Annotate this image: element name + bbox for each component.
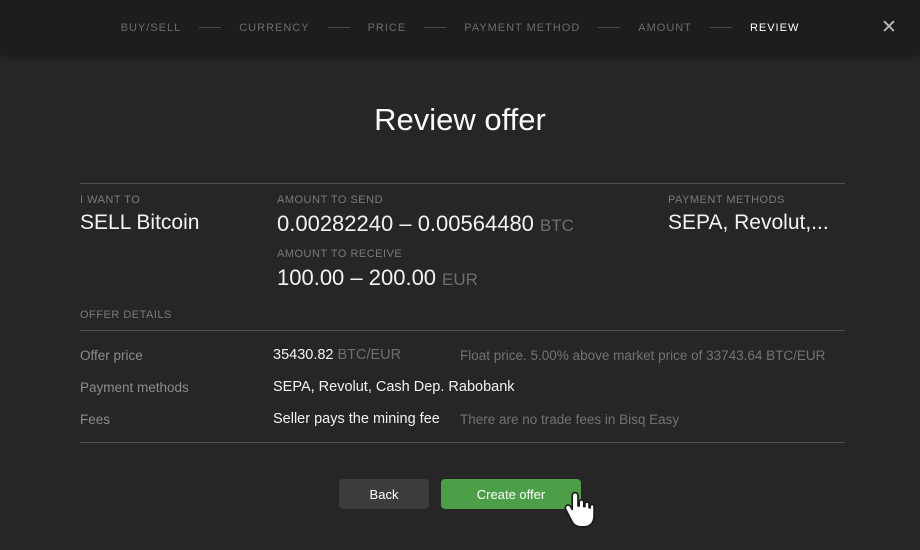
table-row-fees: Fees Seller pays the mining fee There ar… [80,403,845,435]
create-offer-button[interactable]: Create offer [441,479,581,509]
payment-methods-row-value: SEPA, Revolut, Cash Dep. Rabobank [273,379,515,395]
offer-price-note: Float price. 5.00% above market price of… [460,348,825,363]
amount-to-send-unit: BTC [540,216,574,235]
offer-price-unit: BTC/EUR [337,347,401,363]
table-row-offer-price: Offer price 35430.82BTC/EUR Float price.… [80,339,845,371]
direction-value: SELL Bitcoin [80,211,277,235]
amount-to-send-value: 0.00282240 – 0.00564480 BTC [277,211,668,237]
amount-to-receive-unit: EUR [442,270,478,289]
amount-to-send: AMOUNT TO SEND 0.00282240 – 0.00564480 BT… [277,194,668,237]
payment-methods-row-label: Payment methods [80,380,273,395]
amount-to-send-label: AMOUNT TO SEND [277,194,668,206]
amount-to-receive: AMOUNT TO RECEIVE 100.00 – 200.00 EUR [277,248,668,291]
summary-direction: I WANT TO SELL Bitcoin [80,194,277,291]
step-separator [598,27,620,28]
step-separator [199,27,221,28]
fees-note: There are no trade fees in Bisq Easy [460,412,679,427]
offer-price-value: 35430.82BTC/EUR [273,347,460,363]
fees-value: Seller pays the mining fee [273,411,460,427]
step-review[interactable]: REVIEW [750,22,799,34]
back-button[interactable]: Back [339,479,429,509]
step-payment-method[interactable]: PAYMENT METHOD [464,22,580,34]
step-amount[interactable]: AMOUNT [638,22,692,34]
step-currency[interactable]: CURRENCY [239,22,309,34]
amount-to-receive-value: 100.00 – 200.00 EUR [277,265,668,291]
offer-price-number: 35430.82 [273,347,333,363]
offer-summary: I WANT TO SELL Bitcoin AMOUNT TO SEND 0.… [80,183,845,291]
summary-payment-methods: PAYMENT METHODS SEPA, Revolut,... [668,194,845,291]
step-price[interactable]: PRICE [368,22,407,34]
payment-methods-label: PAYMENT METHODS [668,194,845,206]
amount-to-receive-label: AMOUNT TO RECEIVE [277,248,668,260]
wizard-topbar: BUY/SELL CURRENCY PRICE PAYMENT METHOD A… [0,0,920,55]
fees-label: Fees [80,412,273,427]
payment-methods-list: SEPA, Revolut, Cash Dep. Rabobank [273,379,515,395]
amount-to-receive-range: 100.00 – 200.00 [277,265,436,290]
offer-details-table: Offer price 35430.82BTC/EUR Float price.… [80,330,845,443]
amount-to-send-range: 0.00282240 – 0.00564480 [277,211,534,236]
step-separator [710,27,732,28]
summary-amounts: AMOUNT TO SEND 0.00282240 – 0.00564480 BT… [277,194,668,291]
action-buttons: Back Create offer [0,479,920,509]
direction-label: I WANT TO [80,194,277,206]
page-title: Review offer [0,102,920,138]
close-icon[interactable]: ✕ [871,10,907,46]
fees-text: Seller pays the mining fee [273,411,440,427]
offer-price-label: Offer price [80,348,273,363]
step-separator [328,27,350,28]
wizard-steps: BUY/SELL CURRENCY PRICE PAYMENT METHOD A… [121,22,800,34]
offer-details-section-label: OFFER DETAILS [80,309,172,321]
step-buy-sell[interactable]: BUY/SELL [121,22,182,34]
table-row-payment-methods: Payment methods SEPA, Revolut, Cash Dep.… [80,371,845,403]
step-separator [424,27,446,28]
payment-methods-value: SEPA, Revolut,... [668,211,845,235]
